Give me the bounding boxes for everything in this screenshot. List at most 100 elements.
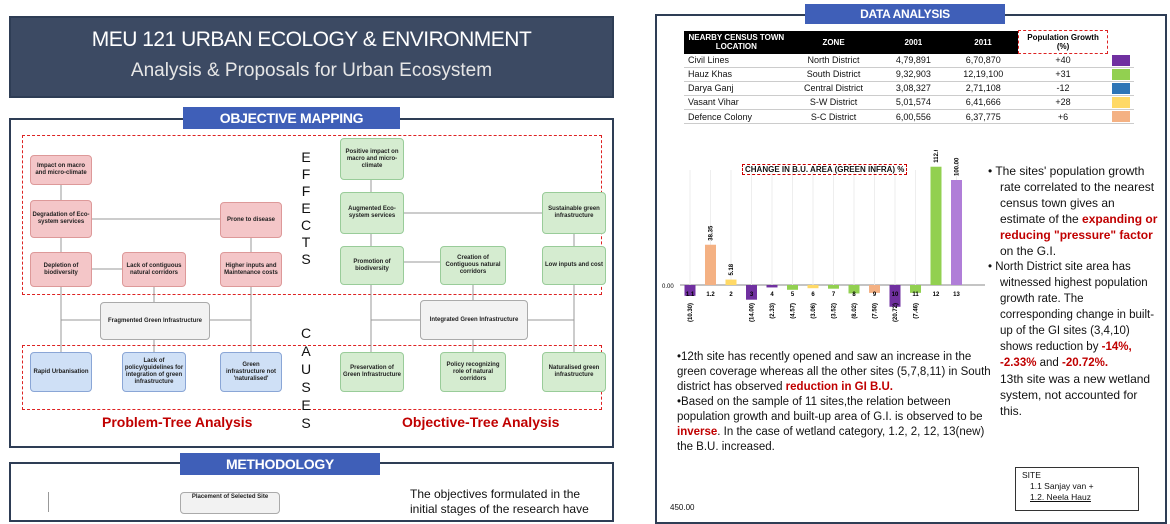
data-label: 38.35 (709, 225, 715, 241)
census-zone: S-C District (788, 109, 879, 125)
note-reduction: reduction in GI B.U. (785, 381, 894, 393)
census-2011: 6,37,775 (948, 109, 1019, 125)
census-2001: 9,32,903 (878, 67, 949, 82)
objective-cause: Naturalised green infrastructure (542, 352, 606, 392)
note-wetland: . In the case of wetland category, 1.2, … (677, 426, 985, 453)
tick-label: 10 (892, 292, 899, 298)
effects-letter: E (301, 200, 311, 216)
objective-core: Integrated Green Infrastructure (420, 300, 528, 340)
census-location: Defence Colony (684, 109, 789, 125)
objective-effect: Low inputs and cost (542, 246, 606, 285)
problem-tree-label: Problem-Tree Analysis (102, 414, 253, 430)
census-swatch-cell (1107, 53, 1134, 68)
tick-label: 11 (912, 292, 919, 298)
data-label: (20.72) (893, 303, 899, 322)
header-zone: ZONE (788, 30, 879, 54)
census-swatch-cell (1107, 81, 1134, 96)
objective-tree-label: Objective-Tree Analysis (402, 414, 560, 430)
tick-label: 5 (791, 292, 795, 298)
data-label: (3.06) (811, 303, 817, 319)
data-label: (2.33) (770, 303, 776, 319)
census-zone: Central District (788, 81, 879, 96)
color-swatch (1111, 54, 1130, 66)
objective-effect: Augmented Eco-system services (340, 192, 404, 234)
objective-effect: Promotion of biodiversity (340, 246, 404, 285)
census-2001: 3,08,327 (878, 81, 949, 96)
bu-change-chart: 0.001.1(10.30)1.238.3525.183(14.00)4(2.3… (662, 150, 985, 322)
note-inverse: inverse (677, 426, 718, 438)
data-label: 5.18 (729, 263, 735, 275)
census-2001: 4,79,891 (878, 53, 949, 68)
methodology-heading: METHODOLOGY (180, 453, 380, 475)
data-analysis-heading: DATA ANALYSIS (805, 4, 1005, 24)
census-location: Civil Lines (684, 53, 789, 68)
site-legend: SITE 1.1 Sanjay van + 1.2. Neela Hauz (1015, 467, 1139, 511)
census-zone: S-W District (788, 95, 879, 111)
note-on-gi: on the G.I. (1000, 244, 1057, 258)
notes-right: • The sites' population growth rate corr… (988, 164, 1158, 418)
note-sample: •Based on the sample of 11 sites,the rel… (677, 396, 983, 423)
causes-letter: A (301, 343, 311, 359)
bar (766, 285, 778, 288)
objective-effect: Positive impact on macro and micro-clima… (340, 138, 404, 180)
effects-letter: F (301, 166, 311, 182)
effects-letter: C (300, 217, 312, 233)
census-row: Defence Colony S-C District 6,00,556 6,37,7… (684, 109, 1134, 125)
effects-letter: S (301, 251, 311, 267)
note-13th: 13th site was a new wetland system, not … (1000, 372, 1151, 418)
census-location: Vasant Vihar (684, 95, 789, 111)
census-2011: 12,19,100 (948, 67, 1019, 82)
data-label: (4.57) (791, 303, 797, 319)
census-zone: South District (788, 67, 879, 82)
census-location: Hauz Khas (684, 67, 789, 82)
methodology-flow-line (48, 492, 49, 512)
note-pct2: -20.72%. (1062, 357, 1109, 369)
note-and: and (1036, 357, 1063, 369)
census-table: NEARBY CENSUS TOWN LOCATION ZONE 2001 20… (684, 30, 1134, 125)
tick-label: 6 (811, 292, 815, 298)
census-growth: +28 (1018, 95, 1108, 111)
census-growth: +40 (1018, 53, 1108, 68)
color-swatch (1111, 82, 1130, 94)
objective-cause: Preservation of Green Infrastructure (340, 352, 404, 392)
data-label: (10.30) (688, 303, 694, 322)
census-swatch-cell (1107, 109, 1134, 125)
effects-letter: E (301, 149, 311, 165)
causes-letter: U (300, 361, 312, 377)
effects-letter: F (301, 183, 311, 199)
bar (705, 244, 716, 285)
causes-letter: E (301, 397, 311, 413)
notes-left: •12th site has recently opened and saw a… (677, 350, 992, 455)
census-table-header: NEARBY CENSUS TOWN LOCATION ZONE 2001 20… (684, 30, 1134, 54)
causes-letter: C (300, 325, 312, 341)
header-2011: 2011 (948, 30, 1019, 54)
census-row: Civil Lines North District 4,79,891 6,70,87… (684, 53, 1134, 68)
data-label: (14.00) (750, 303, 756, 322)
census-2011: 2,71,108 (948, 81, 1019, 96)
objective-effect: Sustainable green infrastructure (542, 192, 606, 234)
census-swatch-cell (1107, 95, 1134, 111)
bar (951, 180, 962, 285)
header-growth: Population Growth (%) (1017, 30, 1109, 54)
tick-label: 13 (953, 292, 960, 298)
census-2001: 6,00,556 (878, 109, 949, 125)
bar (930, 166, 942, 285)
bar (807, 285, 819, 289)
tick-label: 1.2 (706, 292, 715, 298)
objective-cause: Policy recognizing role of natural corri… (440, 352, 506, 392)
census-zone: North District (788, 53, 879, 68)
census-growth: +6 (1018, 109, 1108, 125)
census-location: Darya Ganj (684, 81, 789, 96)
chart-title: CHANGE IN B.U. AREA (GREEN INFRA) % (742, 164, 908, 175)
site-legend-title: SITE (1022, 470, 1041, 480)
census-growth: +31 (1018, 67, 1108, 82)
tick-label: 1.1 (686, 292, 695, 298)
objective-effect: Creation of Contiguous natural corridors (440, 246, 506, 285)
site-legend-item: 1.2. Neela Hauz (1030, 492, 1091, 502)
tick-label: 4 (770, 292, 774, 298)
causes-letter: S (301, 379, 311, 395)
header-location: NEARBY CENSUS TOWN LOCATION (684, 30, 789, 54)
color-swatch (1111, 68, 1130, 80)
census-row: Vasant Vihar S-W District 5,01,574 6,41,666… (684, 95, 1134, 111)
methodology-text: The objectives formulated in the initial… (410, 487, 589, 516)
